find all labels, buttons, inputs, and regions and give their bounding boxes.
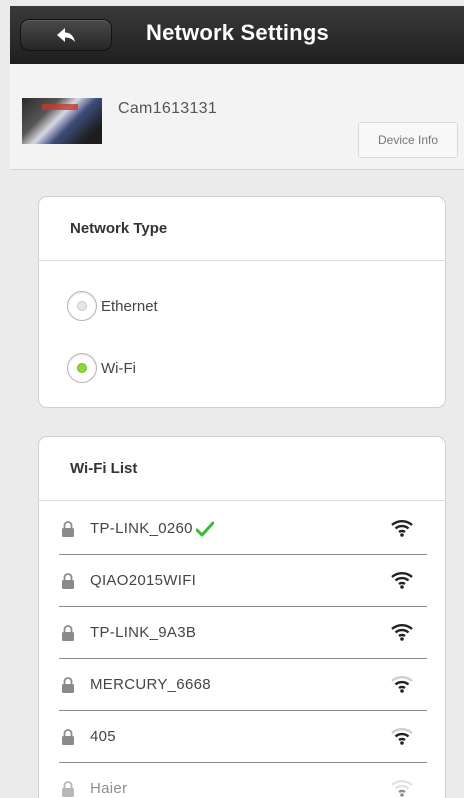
wifi-ssid: MERCURY_6668 <box>90 676 211 693</box>
lock-icon <box>62 520 74 537</box>
radio-dot-icon <box>77 301 87 311</box>
device-name: Cam1613131 <box>118 100 218 117</box>
title-bar: Network Settings <box>10 6 464 64</box>
back-button[interactable] <box>20 19 112 51</box>
back-arrow-icon <box>57 28 75 42</box>
network-type-card: Network Type Ethernet Wi-Fi <box>38 196 446 408</box>
wifi-item-tp-link-0260[interactable]: TP-LINK_0260 <box>59 503 427 555</box>
connected-check-icon <box>195 521 214 536</box>
wifi-radio[interactable] <box>67 353 97 383</box>
wifi-item-mercury-6668[interactable]: MERCURY_6668 <box>59 659 427 711</box>
wifi-ssid: Haier <box>90 780 128 797</box>
device-bar: Cam1613131 Device Info <box>10 64 464 170</box>
wifi-option[interactable]: Wi-Fi <box>67 353 136 383</box>
lock-icon <box>62 676 74 693</box>
wifi-ssid: TP-LINK_0260 <box>90 520 193 537</box>
wifi-label: Wi-Fi <box>101 359 136 377</box>
wifi-ssid: QIAO2015WIFI <box>90 572 197 589</box>
wifi-list: TP-LINK_0260 QIAO2015WIFI TP-LINK_9A3B M… <box>59 503 427 798</box>
ethernet-label: Ethernet <box>101 297 158 315</box>
lock-icon <box>62 624 74 641</box>
wifi-ssid: TP-LINK_9A3B <box>90 624 197 641</box>
wifi-signal-strong-icon <box>391 572 413 589</box>
lock-icon <box>62 780 74 797</box>
lock-icon <box>62 728 74 745</box>
ethernet-option[interactable]: Ethernet <box>67 291 158 321</box>
wifi-item-haier[interactable]: Haier <box>59 763 427 798</box>
wifi-ssid: 405 <box>90 728 116 745</box>
lock-icon <box>62 572 74 589</box>
wifi-list-card: Wi-Fi List TP-LINK_0260 QIAO2015WIFI TP-… <box>38 436 446 798</box>
wifi-signal-strong-icon <box>391 624 413 641</box>
wifi-signal-medium-icon <box>391 728 413 745</box>
wifi-item-tp-link-9a3b[interactable]: TP-LINK_9A3B <box>59 607 427 659</box>
device-thumbnail <box>22 98 102 144</box>
page-title: Network Settings <box>146 20 329 45</box>
ethernet-radio[interactable] <box>67 291 97 321</box>
network-type-title: Network Type <box>39 197 445 261</box>
radio-dot-icon <box>77 363 87 373</box>
app-screen: Network Settings Cam1613131 Device Info … <box>10 6 464 798</box>
wifi-signal-strong-icon <box>391 520 413 537</box>
wifi-item-405[interactable]: 405 <box>59 711 427 763</box>
wifi-signal-weak-icon <box>391 780 413 797</box>
wifi-item-qiao2015wifi[interactable]: QIAO2015WIFI <box>59 555 427 607</box>
wifi-list-title: Wi-Fi List <box>39 437 445 501</box>
device-info-button[interactable]: Device Info <box>358 122 458 158</box>
wifi-signal-medium-icon <box>391 676 413 693</box>
